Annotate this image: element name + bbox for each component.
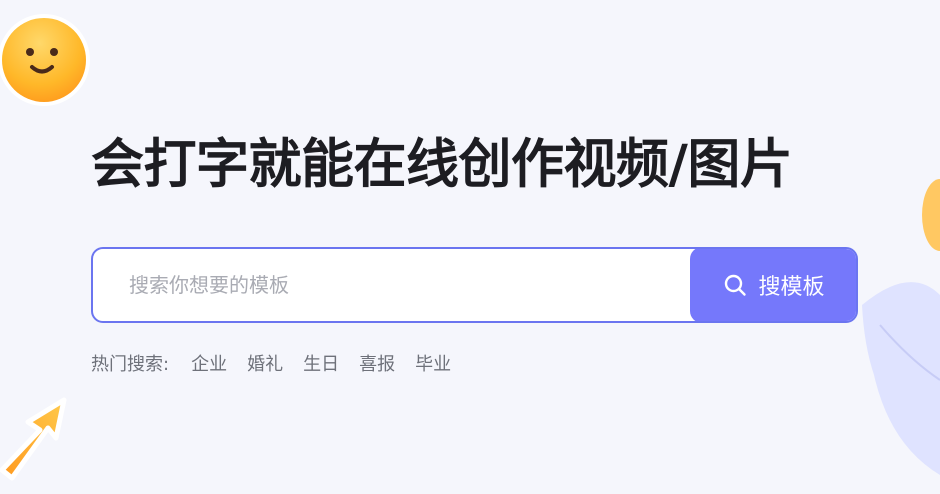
search-button-label: 搜模板	[758, 275, 825, 300]
search-bar: 搜模板	[91, 247, 858, 323]
hot-search-item[interactable]: 毕业	[415, 350, 451, 376]
search-button[interactable]: 搜模板	[690, 249, 856, 321]
search-input[interactable]	[93, 249, 691, 321]
leaf-icon	[850, 175, 940, 490]
hot-search-item[interactable]: 喜报	[359, 350, 395, 376]
hot-search-item[interactable]: 生日	[303, 350, 339, 376]
hot-searches-label: 热门搜索:	[91, 354, 170, 375]
arrow-up-right-icon	[0, 392, 74, 484]
smiley-face-icon	[0, 12, 92, 108]
page-title: 会打字就能在线创作视频/图片	[91, 134, 793, 195]
hot-searches: 热门搜索: 企业 婚礼 生日 喜报 毕业	[91, 350, 451, 376]
search-icon	[723, 273, 747, 297]
hot-search-item[interactable]: 婚礼	[247, 350, 283, 376]
hot-search-item[interactable]: 企业	[191, 350, 227, 376]
